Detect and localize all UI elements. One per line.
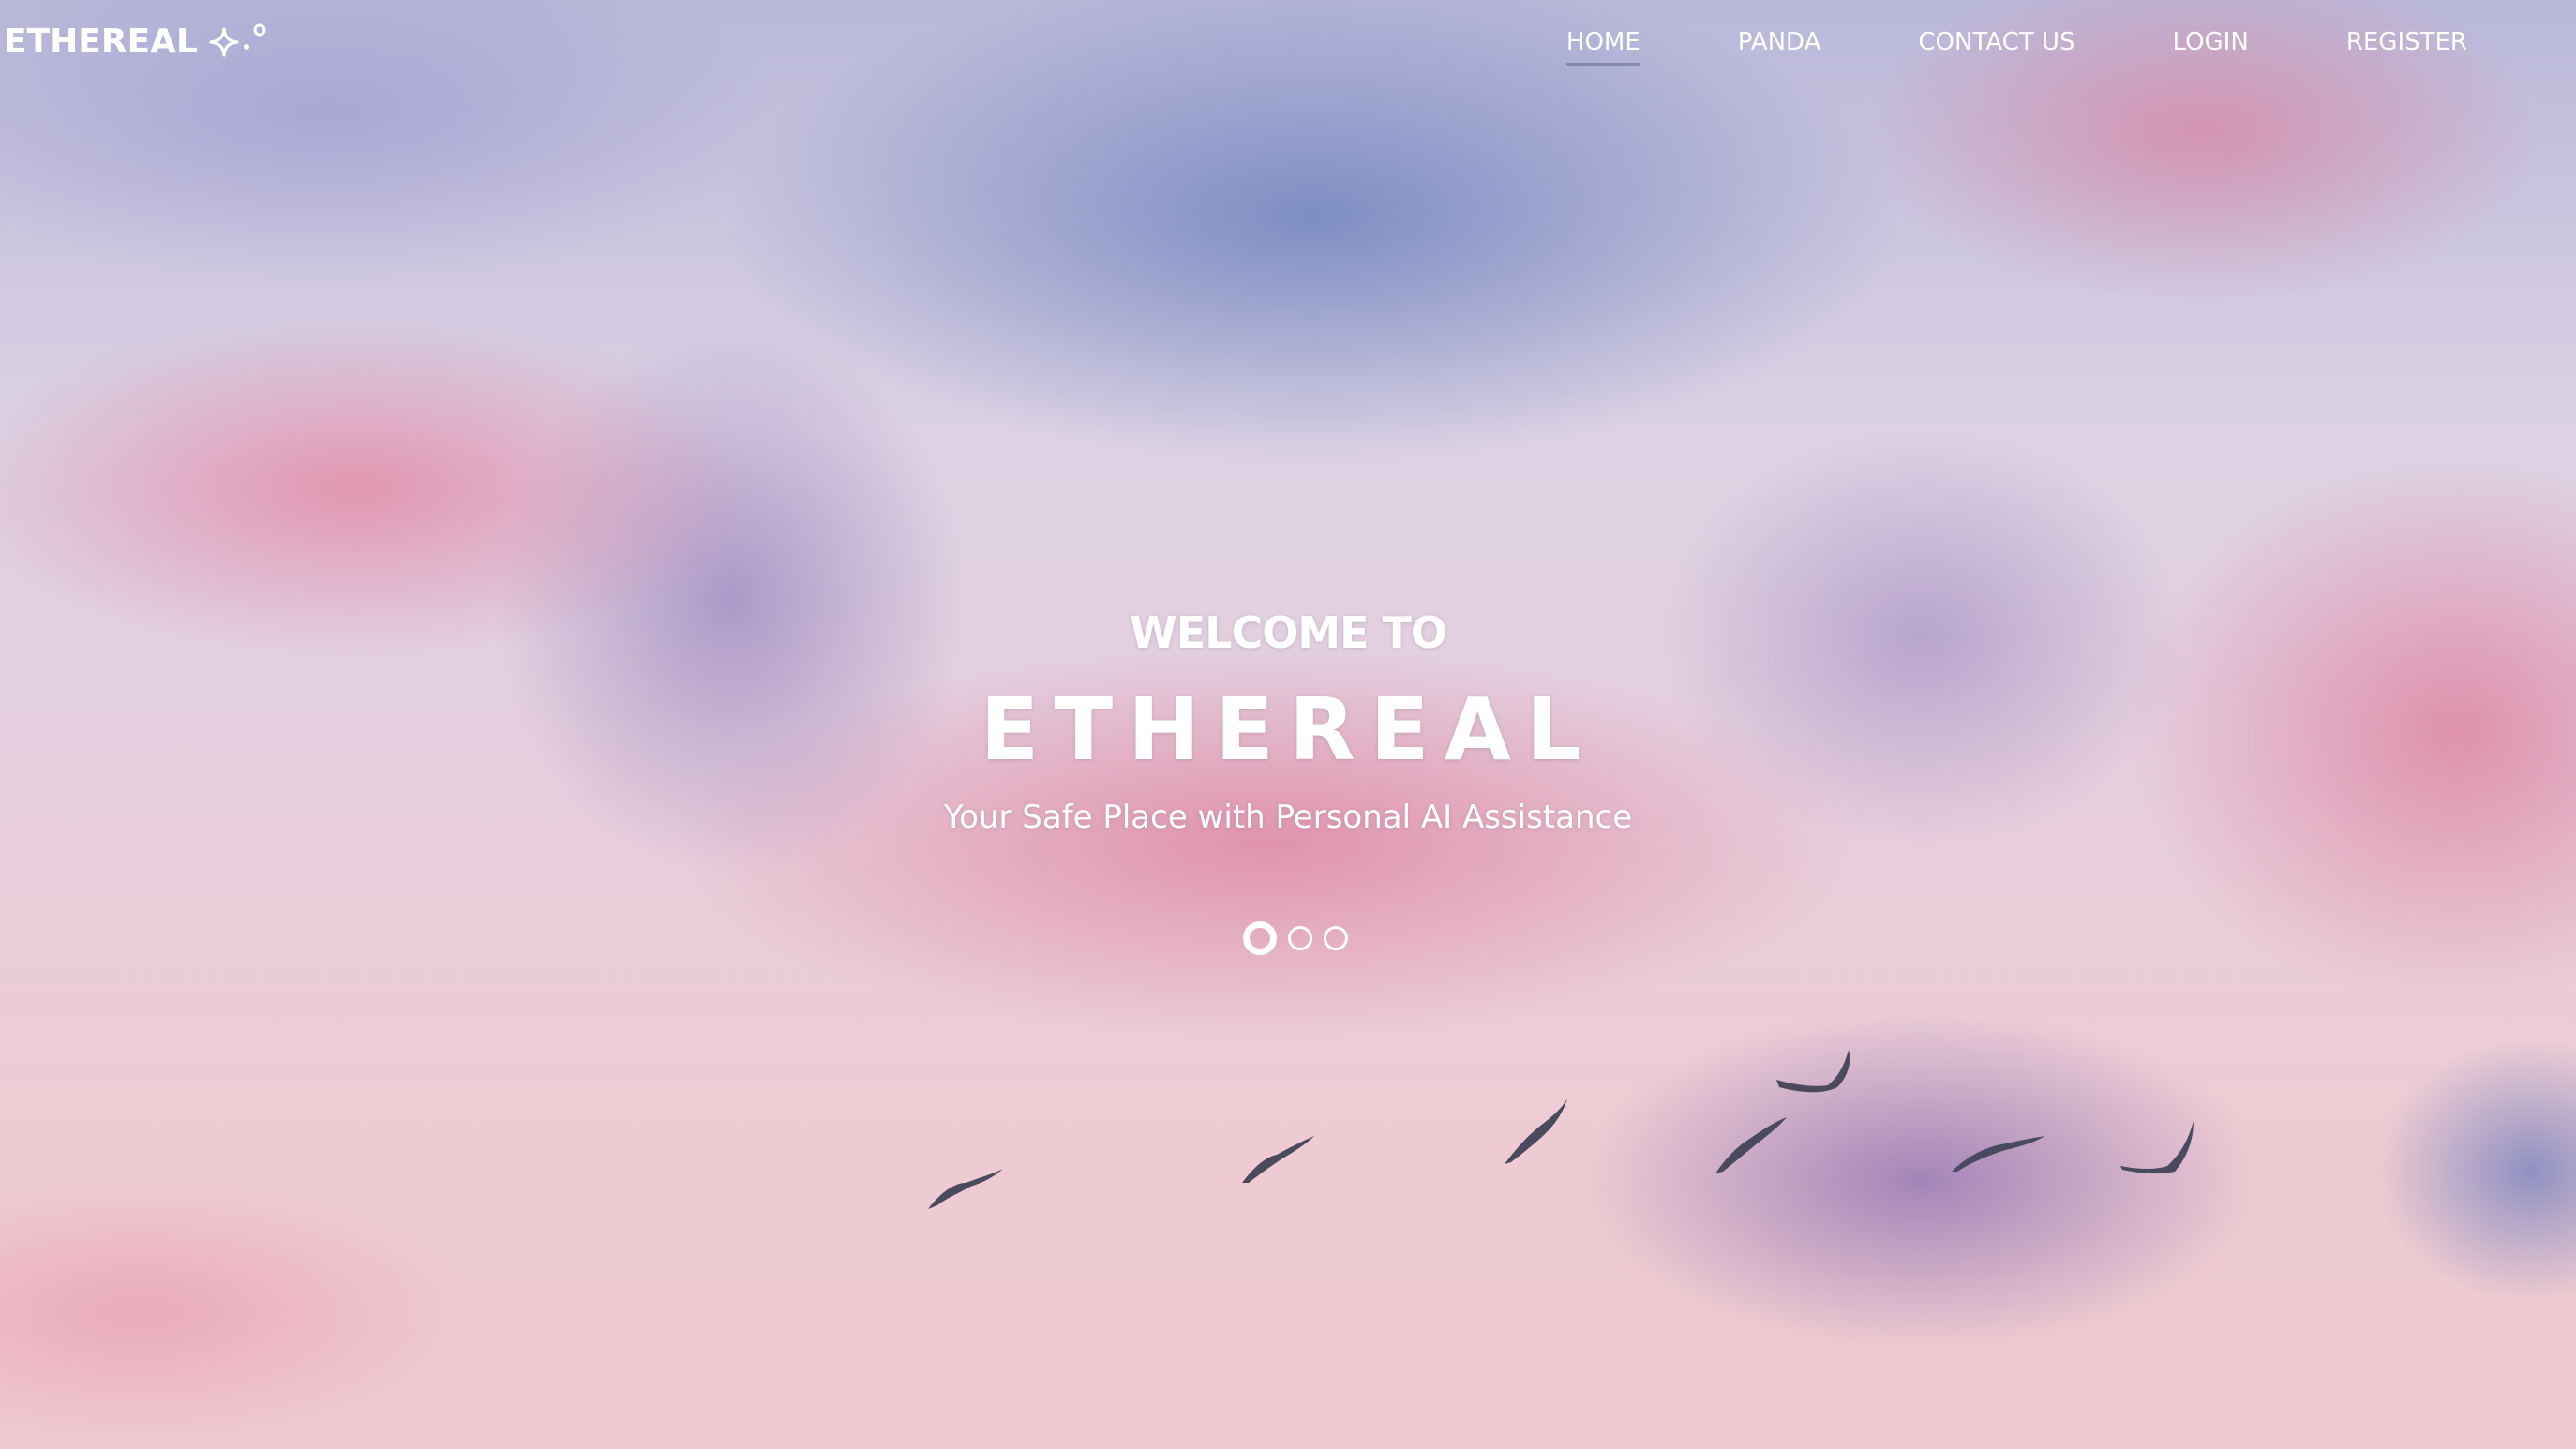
- bird-5: [1776, 1050, 1850, 1093]
- nav-links: HOME PANDA CONTACT US LOGIN REGISTER: [1565, 28, 2467, 66]
- nav-link-panda[interactable]: PANDA: [1738, 28, 1821, 66]
- nav-link-register[interactable]: REGISTER: [2346, 28, 2467, 66]
- brand-title: ETHEREAL: [980, 680, 1596, 780]
- site-logo[interactable]: ETHEREAL: [4, 22, 267, 61]
- carousel-dot-1[interactable]: [1243, 921, 1277, 955]
- bird-6: [1952, 1136, 2045, 1172]
- top-navigation: ETHEREAL HOME PANDA CONTACT US LOGIN REG…: [0, 0, 2576, 94]
- bird-flock: [928, 1050, 2194, 1209]
- bird-1: [928, 1169, 1003, 1209]
- sparkle-icon: [209, 23, 267, 61]
- hero-text: WELCOME TO ETHEREAL Your Safe Place with…: [0, 600, 2576, 840]
- nav-link-contact-us[interactable]: CONTACT US: [1918, 28, 2074, 66]
- hero-section: ETHEREAL HOME PANDA CONTACT US LOGIN REG…: [0, 0, 2576, 1449]
- tagline: Your Safe Place with Personal AI Assista…: [943, 799, 1633, 836]
- carousel-indicators: [1243, 921, 1348, 955]
- logo-text: ETHEREAL: [4, 22, 198, 61]
- bird-4: [1715, 1117, 1787, 1173]
- nav-link-login[interactable]: LOGIN: [2173, 28, 2249, 66]
- welcome-heading: WELCOME TO: [1129, 607, 1447, 658]
- bird-7: [2120, 1121, 2194, 1174]
- carousel-dot-3[interactable]: [1324, 926, 1348, 950]
- bird-2: [1242, 1136, 1314, 1183]
- carousel-dot-2[interactable]: [1288, 926, 1312, 950]
- bird-3: [1505, 1098, 1567, 1164]
- nav-link-home[interactable]: HOME: [1565, 28, 1640, 66]
